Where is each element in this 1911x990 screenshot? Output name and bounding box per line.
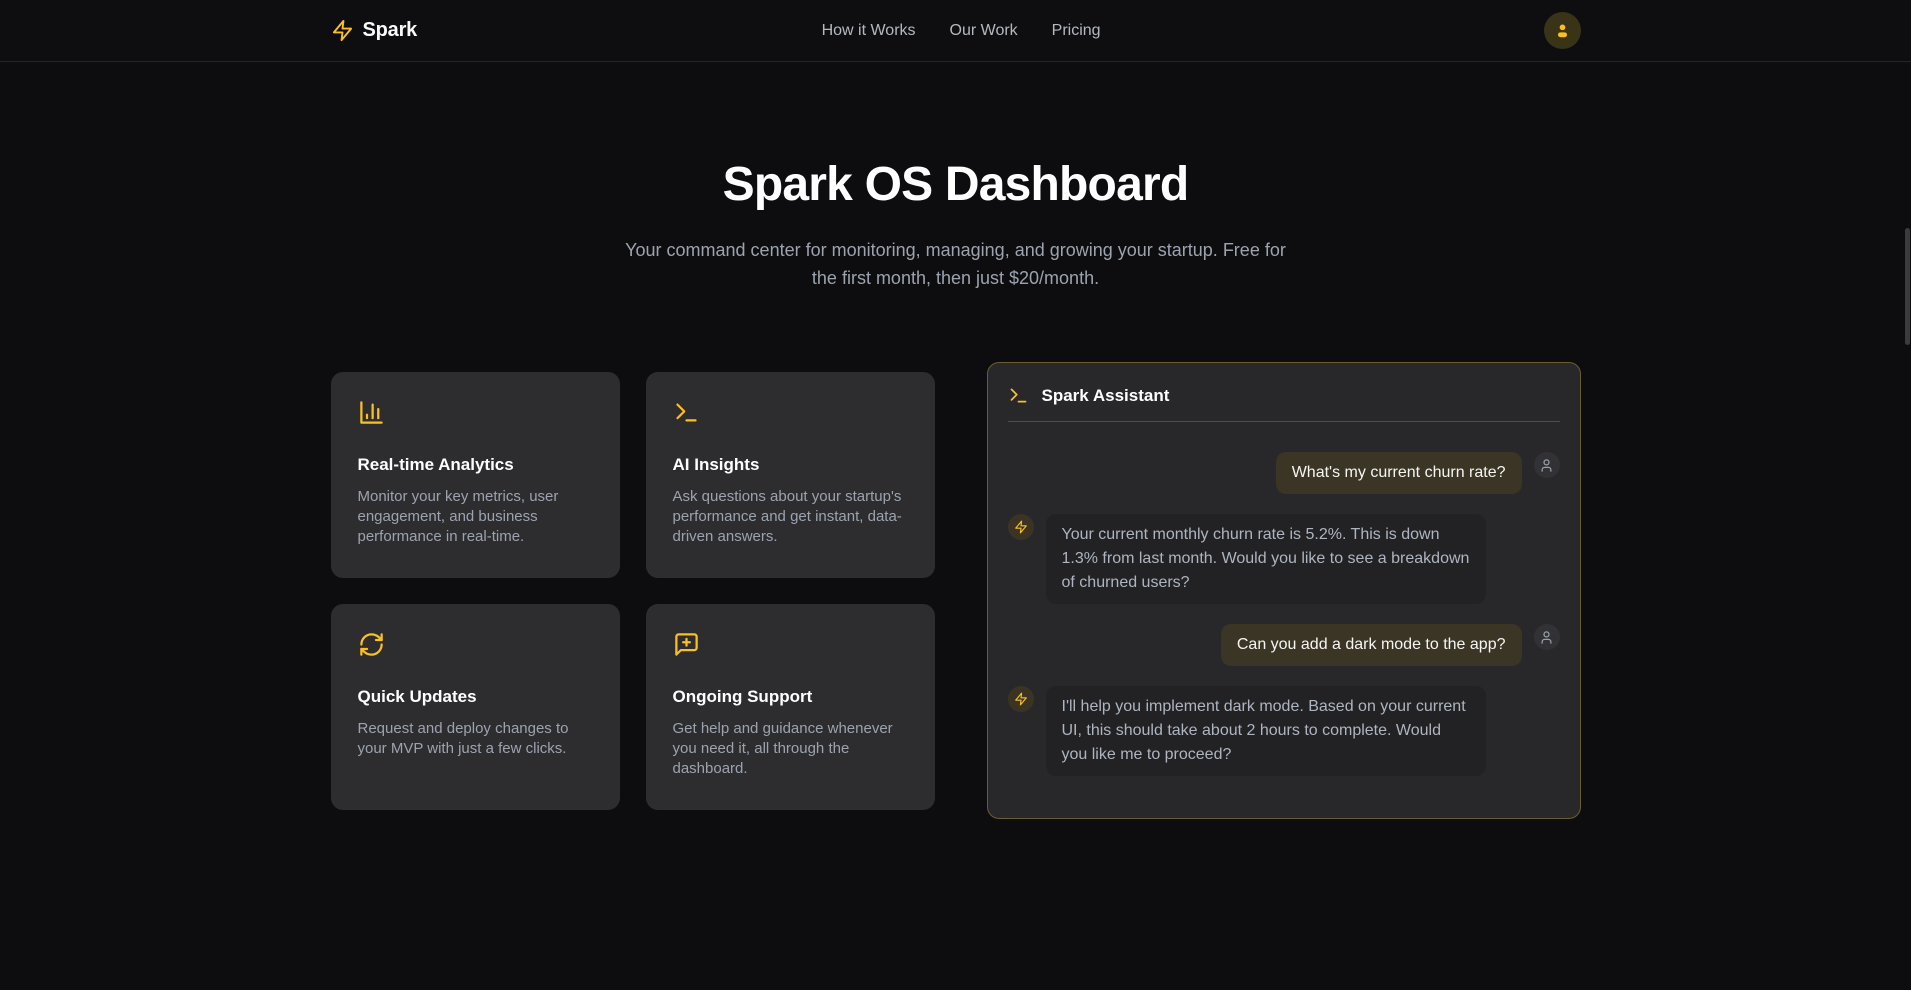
user-message-bubble: What's my current churn rate? (1276, 452, 1522, 494)
page-scrollbar[interactable] (1905, 228, 1910, 345)
assistant-message-bubble: I'll help you implement dark mode. Based… (1046, 686, 1486, 776)
feature-description: Monitor your key metrics, user engagemen… (358, 487, 593, 547)
feature-title: Real-time Analytics (358, 455, 593, 475)
feature-card-quick-updates: Quick Updates Request and deploy changes… (331, 604, 620, 810)
spark-assistant-panel: Spark Assistant What's my current churn … (987, 362, 1581, 819)
feature-card-ongoing-support: Ongoing Support Get help and guidance wh… (646, 604, 935, 810)
spark-logo-icon (331, 19, 354, 42)
main-content: Real-time Analytics Monitor your key met… (331, 362, 1581, 819)
assistant-panel-header: Spark Assistant (1008, 385, 1560, 406)
nav-link-pricing[interactable]: Pricing (1052, 22, 1101, 40)
feature-card-realtime-analytics: Real-time Analytics Monitor your key met… (331, 372, 620, 578)
chat-messages: What's my current churn rate? Your curre… (1008, 452, 1560, 776)
chat-message-assistant: Your current monthly churn rate is 5.2%.… (1008, 514, 1560, 604)
chat-message-user: Can you add a dark mode to the app? (1008, 624, 1560, 666)
user-chat-avatar (1534, 624, 1560, 650)
spark-bolt-icon (1014, 692, 1028, 706)
user-avatar-icon (1553, 21, 1572, 40)
bar-chart-icon (358, 399, 593, 431)
spark-bolt-icon (1014, 520, 1028, 534)
feature-description: Request and deploy changes to your MVP w… (358, 719, 593, 759)
assistant-chat-avatar (1008, 514, 1034, 540)
hero-section: Spark OS Dashboard Your command center f… (0, 62, 1911, 292)
chat-message-user: What's my current churn rate? (1008, 452, 1560, 494)
brand-name: Spark (363, 19, 418, 42)
nav-links: How it Works Our Work Pricing (822, 0, 1101, 61)
feature-card-ai-insights: AI Insights Ask questions about your sta… (646, 372, 935, 578)
terminal-icon (673, 399, 908, 431)
message-square-plus-icon (673, 631, 908, 663)
refresh-icon (358, 631, 593, 663)
user-icon (1539, 630, 1554, 645)
features-grid: Real-time Analytics Monitor your key met… (331, 372, 935, 810)
feature-title: AI Insights (673, 455, 908, 475)
page-title: Spark OS Dashboard (0, 157, 1911, 212)
feature-description: Ask questions about your startup's perfo… (673, 487, 908, 547)
chat-message-assistant: I'll help you implement dark mode. Based… (1008, 686, 1560, 776)
page-subtitle: Your command center for monitoring, mana… (611, 236, 1301, 292)
user-icon (1539, 458, 1554, 473)
feature-title: Ongoing Support (673, 687, 908, 707)
assistant-message-bubble: Your current monthly churn rate is 5.2%.… (1046, 514, 1486, 604)
feature-title: Quick Updates (358, 687, 593, 707)
feature-description: Get help and guidance whenever you need … (673, 719, 908, 779)
assistant-panel-title: Spark Assistant (1042, 386, 1170, 406)
user-menu-button[interactable] (1544, 12, 1581, 49)
navbar: Spark How it Works Our Work Pricing (0, 0, 1911, 62)
nav-link-our-work[interactable]: Our Work (950, 22, 1018, 40)
user-message-bubble: Can you add a dark mode to the app? (1221, 624, 1522, 666)
terminal-icon (1008, 385, 1029, 406)
assistant-chat-avatar (1008, 686, 1034, 712)
nav-link-how-it-works[interactable]: How it Works (822, 22, 916, 40)
user-chat-avatar (1534, 452, 1560, 478)
brand[interactable]: Spark (331, 19, 418, 42)
panel-divider (1008, 421, 1560, 422)
